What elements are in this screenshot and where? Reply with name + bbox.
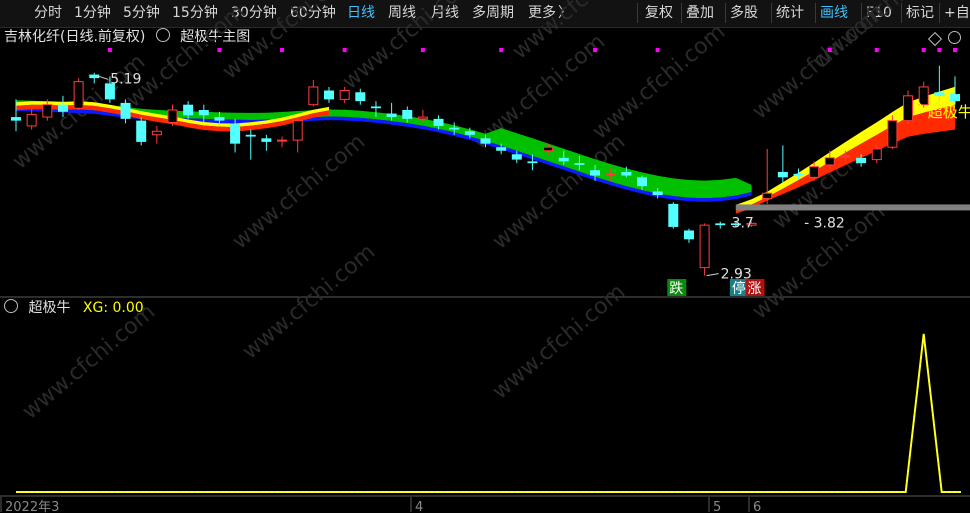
signal-tag-label: 涨 bbox=[748, 281, 762, 297]
candle-body-up bbox=[762, 192, 773, 200]
x-axis-label: 4 bbox=[415, 500, 423, 513]
candle-body-down bbox=[527, 161, 538, 164]
watermark-text: www.cfchi.com bbox=[588, 19, 730, 144]
candle-body-down bbox=[324, 90, 334, 100]
candle-body-down bbox=[261, 138, 272, 142]
magenta-dot bbox=[921, 48, 926, 52]
candle-body-down bbox=[934, 92, 945, 96]
magenta-dot bbox=[217, 48, 222, 52]
candle-body-down bbox=[11, 117, 21, 121]
signal-tag-label: 跌 bbox=[669, 281, 683, 297]
xg-line bbox=[16, 333, 961, 493]
candle-body-down bbox=[574, 163, 585, 165]
candle-body-down bbox=[198, 110, 209, 116]
chart-canvas[interactable]: www.cfchi.comwww.cfchi.comwww.cfchi.comw… bbox=[0, 0, 970, 513]
high-price-label: 5.19 bbox=[110, 71, 141, 87]
candle-body-down bbox=[449, 127, 460, 130]
candle-body-down bbox=[386, 113, 397, 118]
magenta-dot bbox=[655, 48, 660, 52]
candle-body-up bbox=[308, 86, 319, 106]
candle-body-up bbox=[809, 166, 820, 178]
candle-body-down bbox=[652, 191, 663, 196]
candle-body-up bbox=[543, 146, 554, 152]
magenta-dot bbox=[342, 48, 347, 52]
candle-body-down bbox=[950, 94, 960, 102]
candle-body-down bbox=[715, 223, 726, 226]
candle-body-down bbox=[120, 102, 131, 119]
candle-body-up bbox=[73, 81, 84, 109]
x-axis-label: 5 bbox=[713, 500, 721, 513]
candle-body-up bbox=[824, 157, 835, 166]
candle-body-down bbox=[793, 173, 804, 176]
magenta-dot bbox=[953, 48, 957, 52]
magenta-dot bbox=[107, 48, 112, 52]
candle-body-up bbox=[42, 104, 53, 118]
candle-body-down bbox=[464, 131, 475, 135]
candle-body-up bbox=[339, 90, 350, 100]
range-end-label: - 3.82 bbox=[804, 215, 845, 231]
candle-body-down bbox=[668, 203, 679, 227]
candle-body-down bbox=[230, 124, 241, 144]
magenta-dot bbox=[937, 48, 942, 52]
candle-body-up bbox=[151, 130, 162, 136]
magenta-dot bbox=[827, 48, 832, 52]
candle-body-down bbox=[856, 157, 867, 164]
candle-body-up bbox=[167, 109, 178, 123]
candle-body-down bbox=[683, 230, 694, 240]
signal-label: 超极牛 bbox=[928, 103, 970, 121]
range-start-label: 3.7 bbox=[732, 215, 754, 231]
candle-body-up bbox=[26, 113, 37, 127]
x-axis-label: 6 bbox=[753, 500, 761, 513]
candle-body-up bbox=[699, 224, 710, 269]
magenta-dot bbox=[280, 48, 285, 52]
candle-body-down bbox=[214, 117, 225, 121]
watermark-text: www.cfchi.com bbox=[338, 0, 480, 95]
magenta-dot bbox=[499, 48, 504, 52]
candle-body-up bbox=[918, 86, 929, 106]
magenta-dot bbox=[874, 48, 879, 52]
candle-body-down bbox=[511, 154, 522, 160]
candle-body-down bbox=[402, 110, 413, 119]
candle-body-down bbox=[57, 104, 68, 112]
candle-body-up bbox=[903, 95, 914, 122]
candle-body-up bbox=[605, 173, 616, 176]
watermark-text: www.cfchi.com bbox=[18, 299, 160, 424]
candle-body-down bbox=[370, 106, 381, 109]
candle-body-down bbox=[433, 118, 444, 126]
x-axis-label: 2022年3 bbox=[5, 500, 59, 513]
xg-line-dash bbox=[16, 333, 961, 493]
candle-body-down bbox=[355, 92, 366, 102]
candle-body-down bbox=[496, 147, 507, 151]
reference-line bbox=[735, 204, 970, 211]
watermark-text: www.cfchi.com bbox=[488, 279, 630, 404]
candle-body-down bbox=[245, 134, 256, 137]
candle-body-up bbox=[871, 148, 882, 161]
candle-body-down bbox=[136, 120, 147, 142]
candle-body-down bbox=[637, 177, 647, 187]
candle-body-down bbox=[590, 170, 601, 176]
magenta-dot bbox=[593, 48, 598, 52]
watermark-text: www.cfchi.com bbox=[808, 0, 950, 75]
candle-body-up bbox=[417, 116, 428, 120]
candle-body-down bbox=[558, 157, 569, 162]
candle-body-up bbox=[887, 120, 898, 148]
watermark-text: www.cfchi.com bbox=[238, 239, 380, 364]
magenta-dot bbox=[420, 48, 425, 52]
candle-body-down bbox=[621, 172, 632, 176]
watermark-text: www.cfchi.com bbox=[228, 129, 370, 254]
candle-body-down bbox=[480, 138, 491, 144]
candle-body-down bbox=[777, 172, 788, 178]
candle-body-up bbox=[840, 155, 851, 158]
candle-body-up bbox=[292, 120, 303, 141]
candle-body-down bbox=[183, 104, 194, 116]
candle-body-up bbox=[277, 139, 288, 142]
low-marker-line bbox=[706, 273, 719, 277]
